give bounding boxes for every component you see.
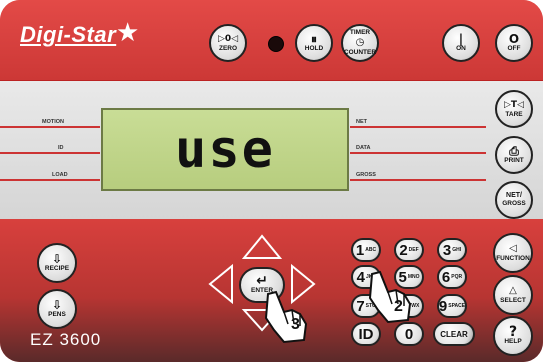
keypad-key-letters: DEF — [408, 247, 419, 253]
nav-left-arrow[interactable] — [208, 263, 233, 305]
keypad-key-label: 3 — [442, 241, 452, 259]
keypad-key-letters: GHI — [452, 247, 462, 253]
keypad-key-letters: PQR — [451, 274, 463, 280]
keypad-key-label: 7 — [356, 297, 365, 315]
pointing-hand-icon — [368, 270, 412, 324]
keypad-key-0[interactable]: 0 — [394, 322, 424, 346]
keypad-key-letters: SPACE — [448, 303, 466, 309]
step-2-callout: 2 — [394, 298, 403, 315]
keypad-key-id[interactable]: ID — [351, 322, 381, 346]
keypad-key-label: 9 — [438, 297, 448, 315]
keypad-key-2[interactable]: 2 DEF — [394, 238, 424, 262]
keypad-key-1[interactable]: 1 ABC — [351, 238, 381, 262]
keypad-key-label: 0 — [404, 325, 414, 343]
model-label: EZ 3600 — [30, 330, 102, 349]
scale-indicator-panel: Digi-Star ★ ▷0◁ ZERO ⏸ HOLD TIMER ◷ COUN… — [0, 0, 543, 362]
nav-up-arrow[interactable] — [241, 234, 283, 259]
keypad-key-label: ID — [358, 325, 374, 343]
keypad-key-clear[interactable]: CLEAR — [433, 322, 475, 346]
step-3-callout: 3 — [291, 316, 300, 333]
keypad-key-6[interactable]: 6 PQR — [437, 265, 467, 289]
keypad-key-letters: ABC — [365, 247, 377, 253]
enter-icon: ↵ — [256, 273, 268, 289]
keypad-key-label: CLEAR — [440, 329, 468, 339]
keypad-key-label: 6 — [441, 268, 451, 286]
keypad-key-label: 1 — [355, 241, 365, 259]
keypad-key-3[interactable]: 3 GHI — [437, 238, 467, 262]
keypad-key-label: 4 — [356, 268, 365, 286]
keypad-key-9[interactable]: 9 SPACE — [437, 294, 467, 318]
keypad-key-label: 2 — [399, 241, 408, 259]
pointing-hand-icon — [264, 290, 308, 344]
